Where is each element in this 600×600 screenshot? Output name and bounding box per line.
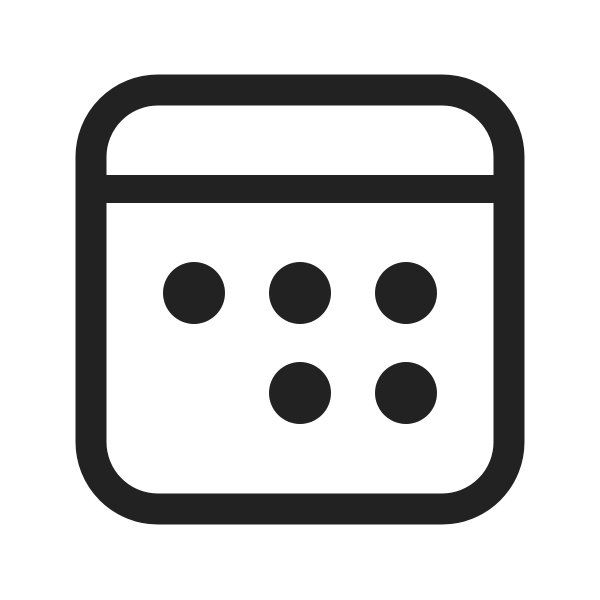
calendar-day-dot	[375, 362, 437, 424]
calendar-day-dot	[163, 262, 225, 324]
calendar-icon	[75, 74, 525, 525]
calendar-day-dot	[269, 362, 331, 424]
icon-canvas	[0, 0, 600, 600]
calendar-day-dot	[269, 262, 331, 324]
calendar-day-dot	[375, 262, 437, 324]
